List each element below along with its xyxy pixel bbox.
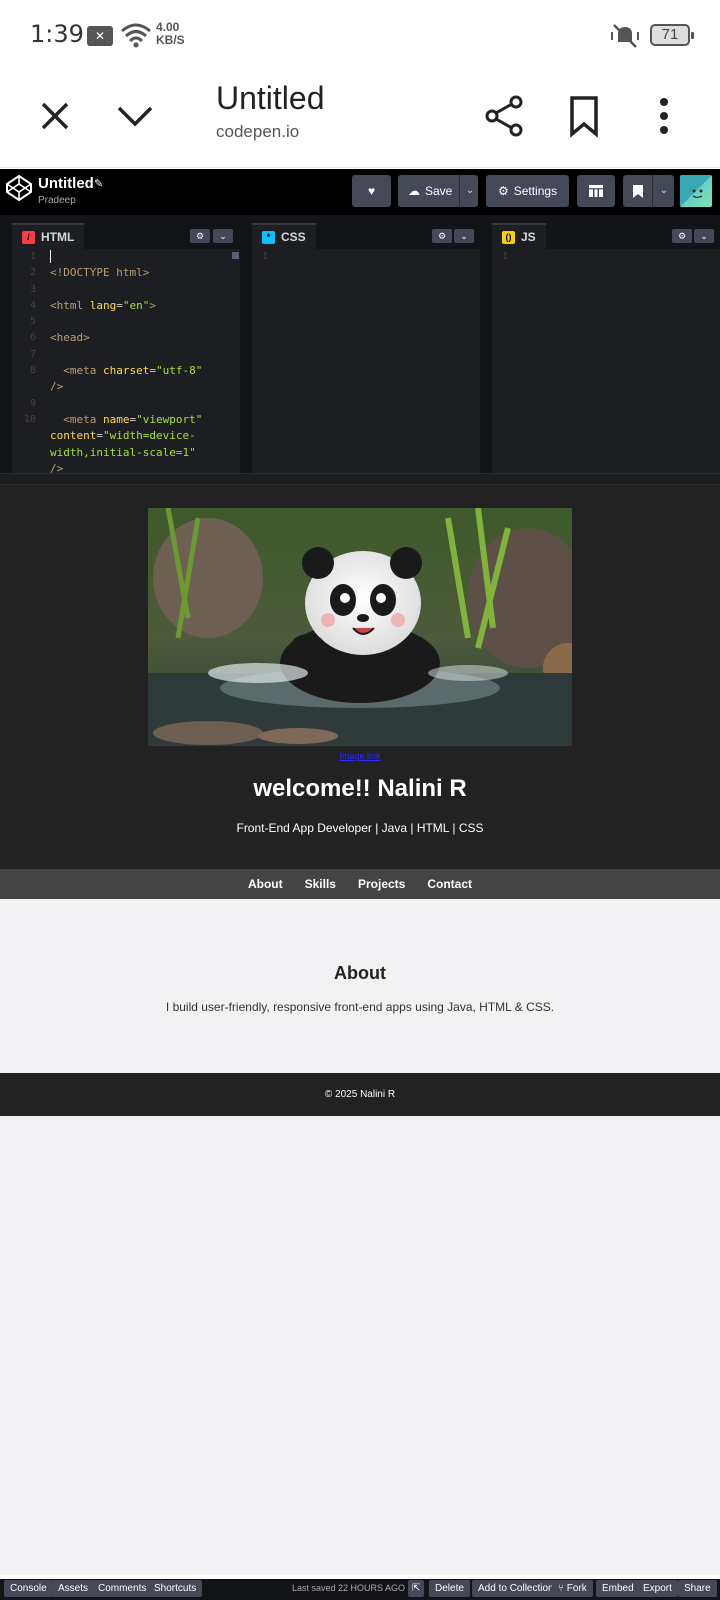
about-heading: About (334, 963, 386, 983)
save-dropdown-icon[interactable]: ⌄ (462, 175, 478, 207)
console-button[interactable]: Console (4, 1580, 53, 1597)
html-collapse-button[interactable]: ⌄ (213, 229, 233, 243)
battery-indicator: 71 (650, 24, 694, 46)
save-label: Save (425, 184, 453, 198)
browser-header: Untitled codepen.io (0, 72, 720, 168)
codepen-logo-icon[interactable] (5, 174, 33, 202)
fork-label: Fork (566, 1583, 587, 1594)
network-speed: 4.00 KB/S (156, 21, 185, 47)
hero-heading: welcome!! Nalini R (253, 775, 467, 802)
share-icon[interactable] (480, 92, 528, 140)
avatar[interactable] (680, 175, 712, 207)
bottom-toolbar: Console Assets Comments Shortcuts Last s… (0, 1579, 720, 1600)
layout-button[interactable] (577, 175, 615, 207)
js-pane-header: () JS ⚙ ⌄ (492, 223, 720, 249)
nav-skills[interactable]: Skills (305, 877, 336, 891)
wifi-icon (121, 23, 151, 48)
pen-title[interactable]: Untitled (38, 175, 94, 192)
js-collapse-button[interactable]: ⌄ (694, 229, 714, 243)
close-icon[interactable] (31, 92, 79, 140)
bookmark-icon (633, 184, 643, 198)
image-link[interactable]: Image link (0, 751, 720, 761)
css-settings-button[interactable]: ⚙ (432, 229, 452, 243)
status-time: 1:39 (30, 20, 84, 48)
page-title: Untitled (216, 80, 325, 116)
pen-author[interactable]: Pradeep (38, 195, 76, 206)
heart-button[interactable]: ♥ (352, 175, 391, 207)
edit-pencil-icon[interactable]: ✎ (94, 177, 103, 190)
result-preview: Image link welcome!! Nalini R Front-End … (0, 485, 720, 1575)
css-line-numbers: 1 (261, 251, 268, 262)
js-icon: () (502, 230, 515, 244)
embed-button[interactable]: Embed (596, 1580, 640, 1597)
html-line-numbers: 1 2 3 4 5 6 7 8 9 10 (23, 251, 36, 425)
css-icon: * (262, 230, 275, 244)
more-vert-icon[interactable] (640, 92, 688, 140)
nav-about[interactable]: About (248, 877, 283, 891)
settings-button[interactable]: ⚙ Settings (486, 175, 569, 207)
site-footer: © 2025 Nalini R (0, 1073, 720, 1116)
bookmark-icon[interactable] (560, 92, 608, 140)
bookmark-dropdown-icon[interactable]: ⌄ (655, 175, 673, 207)
panda-image (148, 508, 572, 746)
layout-icon (589, 185, 603, 197)
comments-button[interactable]: Comments (92, 1580, 153, 1597)
html-settings-button[interactable]: ⚙ (190, 229, 210, 243)
delete-button[interactable]: Delete (429, 1580, 470, 1597)
nav-projects[interactable]: Projects (358, 877, 405, 891)
html-code[interactable]: <!DOCTYPE html> <html lang="en"> <head> … (50, 249, 232, 477)
settings-label: Settings (513, 184, 558, 198)
chevron-down-icon[interactable] (111, 92, 159, 140)
js-line-numbers: 1 (501, 251, 508, 262)
html-tab-label: HTML (41, 230, 75, 244)
resize-handle[interactable] (0, 473, 720, 485)
css-editor[interactable]: * CSS ⚙ ⌄ 1 (252, 215, 480, 473)
last-saved-text: Last saved 22 HOURS AGO (292, 1583, 406, 1593)
page-url: codepen.io (216, 122, 300, 141)
hero-section: Image link welcome!! Nalini R Front-End … (0, 485, 720, 869)
js-editor[interactable]: () JS ⚙ ⌄ 1 (492, 215, 720, 473)
html-icon: / (22, 230, 35, 244)
speed-unit: KB/S (156, 33, 185, 47)
editor-panes: / HTML ⚙ ⌄ 1 2 3 4 5 6 7 8 9 10 <!DOCTYPE html> <… (0, 215, 720, 475)
no-sim-icon: ✕ (87, 26, 113, 46)
js-tab-label: JS (521, 230, 536, 244)
html-pane-header: / HTML ⚙ ⌄ (12, 223, 240, 249)
tab-html[interactable]: / HTML (12, 223, 85, 249)
cloud-icon: ☁ (408, 184, 420, 198)
shortcuts-button[interactable]: Shortcuts (148, 1580, 203, 1597)
status-bar: 1:39 ✕ 4.00 KB/S 71 (0, 0, 720, 72)
share-button[interactable]: Share (678, 1580, 717, 1597)
add-to-collection-button[interactable]: Add to Collection (472, 1580, 560, 1597)
fork-button[interactable]: ⑂ Fork (552, 1580, 593, 1597)
assets-button[interactable]: Assets (52, 1580, 95, 1597)
heart-icon: ♥ (367, 184, 376, 198)
external-link-icon[interactable]: ⇱ (408, 1580, 425, 1597)
save-divider (459, 175, 460, 207)
export-button[interactable]: Export (637, 1580, 678, 1597)
tab-css[interactable]: * CSS (252, 223, 316, 249)
tab-js[interactable]: () JS (492, 223, 546, 249)
hero-subtitle: Front-End App Developer | Java | HTML | … (236, 821, 484, 835)
minimap-indicator (232, 252, 239, 259)
css-tab-label: CSS (281, 230, 306, 244)
about-text: I build user-friendly, responsive front-… (165, 1000, 555, 1014)
codepen-header: Untitled ✎ Pradeep ♥ ☁ Save ⌄ ⚙ Settings… (0, 169, 720, 215)
site-nav: About Skills Projects Contact (0, 869, 720, 899)
html-editor[interactable]: / HTML ⚙ ⌄ 1 2 3 4 5 6 7 8 9 10 <!DOCTYPE html> <… (12, 215, 240, 475)
nav-contact[interactable]: Contact (427, 877, 472, 891)
css-collapse-button[interactable]: ⌄ (454, 229, 474, 243)
bookmark-divider (652, 175, 653, 207)
css-pane-header: * CSS ⚙ ⌄ (252, 223, 480, 249)
js-settings-button[interactable]: ⚙ (672, 229, 692, 243)
gear-icon: ⚙ (497, 184, 509, 198)
vibrate-mute-icon (611, 24, 639, 48)
